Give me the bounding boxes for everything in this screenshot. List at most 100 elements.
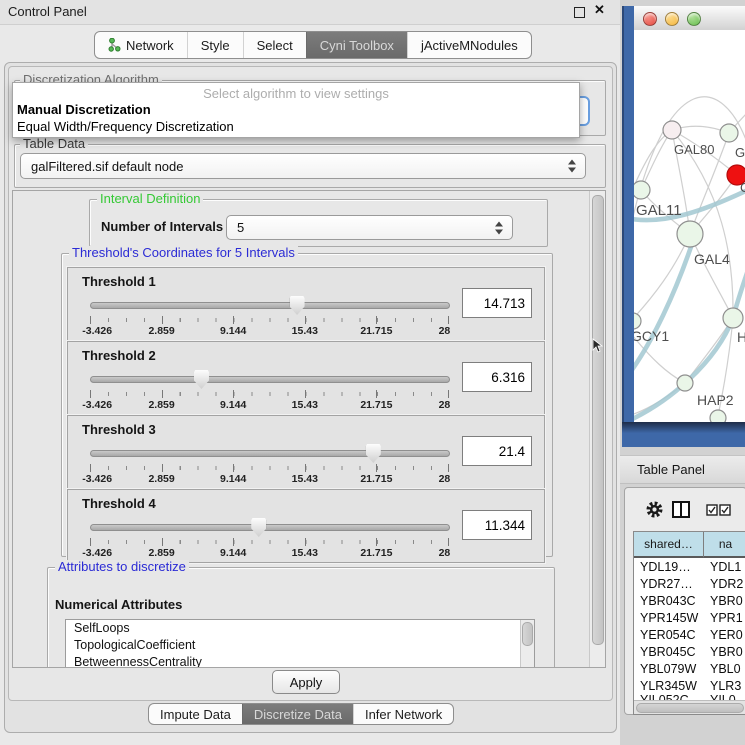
slider-track bbox=[90, 450, 450, 457]
threshold-2-slider[interactable]: -3.426 2.859 9.144 15.43 21.715 28 bbox=[90, 370, 448, 410]
node-label: GAL4 bbox=[694, 251, 730, 267]
gear-icon[interactable] bbox=[645, 500, 664, 519]
node-label: GCY1 bbox=[634, 328, 669, 344]
table-cell[interactable]: YDR27… bbox=[640, 576, 702, 593]
network-graph: GAL80 G C GAL11 GAL4 GCY1 H HAP2 bbox=[634, 30, 745, 422]
slider-scale: -3.426 2.859 9.144 15.43 21.715 28 bbox=[90, 399, 448, 411]
list-item[interactable]: BetweennessCentrality bbox=[66, 654, 534, 668]
num-intervals-combo[interactable]: 5 bbox=[226, 215, 513, 240]
tab-impute-data[interactable]: Impute Data bbox=[149, 704, 242, 724]
apply-button[interactable]: Apply bbox=[272, 670, 340, 694]
table-cell[interactable]: YER054C bbox=[640, 627, 702, 644]
threshold-3-value-field[interactable] bbox=[462, 436, 532, 466]
close-icon[interactable]: ✕ bbox=[594, 2, 605, 18]
slider-track bbox=[90, 524, 450, 531]
threshold-2-value-field[interactable] bbox=[462, 362, 532, 392]
node-gcy1 bbox=[634, 313, 641, 329]
table-cell[interactable]: YDL19… bbox=[640, 559, 702, 576]
close-traffic-icon[interactable] bbox=[643, 12, 657, 26]
table-cell[interactable]: YPR1 bbox=[710, 610, 745, 627]
table-cell[interactable]: YBL0 bbox=[710, 661, 745, 678]
threshold-1-label: Threshold 1 bbox=[82, 274, 156, 289]
tab-infer-network[interactable]: Infer Network bbox=[353, 704, 453, 724]
threshold-3-box: Threshold 3 -3.426 2.859 9.144 15.43 21.… bbox=[67, 415, 545, 489]
table-cell[interactable]: YER0 bbox=[710, 627, 745, 644]
list-item[interactable]: SelfLoops bbox=[66, 620, 534, 637]
float-window-icon[interactable] bbox=[574, 7, 585, 18]
table-data-group-label: Table Data bbox=[20, 137, 88, 151]
list-scrollbar[interactable] bbox=[520, 620, 534, 668]
thresholds-group-label: Threshold's Coordinates for 5 Intervals bbox=[69, 246, 298, 260]
network-window-titlebar bbox=[634, 6, 745, 31]
table-cell[interactable]: YBR045C bbox=[640, 644, 702, 661]
panel-title: Control Panel bbox=[8, 4, 87, 19]
threshold-4-box: Threshold 4 -3.426 2.859 9.144 15.43 21.… bbox=[67, 489, 545, 563]
settings-scrollbar[interactable] bbox=[589, 191, 605, 667]
tab-network[interactable]: Network bbox=[95, 32, 187, 58]
interval-group-label: Interval Definition bbox=[97, 192, 203, 206]
node-gal11 bbox=[634, 181, 650, 199]
column-header-shared-name[interactable]: shared… bbox=[634, 532, 704, 558]
table-panel-title: Table Panel bbox=[637, 462, 705, 477]
numerical-attributes-label: Numerical Attributes bbox=[55, 597, 182, 612]
tab-cyni-toolbox[interactable]: Cyni Toolbox bbox=[306, 32, 407, 58]
num-intervals-value: 5 bbox=[237, 220, 244, 235]
table-data-combo[interactable]: galFiltered.sif default node bbox=[20, 153, 586, 179]
threshold-3-slider[interactable]: -3.426 2.859 9.144 15.43 21.715 28 bbox=[90, 444, 448, 484]
select-columns-icon[interactable] bbox=[706, 504, 732, 516]
slider-ticks bbox=[90, 392, 448, 399]
node-table[interactable]: shared… na YDL19… YDL1 YDR27… YDR2 YBR04… bbox=[633, 531, 745, 715]
right-region: GAL80 G C GAL11 GAL4 GCY1 H HAP2 Table P… bbox=[620, 0, 745, 745]
column-header-name[interactable]: na bbox=[704, 532, 745, 558]
threshold-1-value-field[interactable] bbox=[462, 288, 532, 318]
node-gal4 bbox=[677, 221, 703, 247]
list-item[interactable]: TopologicalCoefficient bbox=[66, 637, 534, 654]
table-cell[interactable]: YDL1 bbox=[710, 559, 745, 576]
num-intervals-label: Number of Intervals bbox=[101, 219, 223, 234]
threshold-4-value-field[interactable] bbox=[462, 510, 532, 540]
slider-thumb[interactable] bbox=[366, 444, 381, 463]
threshold-2-label: Threshold 2 bbox=[82, 348, 156, 363]
table-panel-titlebar: Table Panel bbox=[620, 455, 745, 484]
table-cell[interactable]: YPR145W bbox=[640, 610, 702, 627]
control-panel-titlebar: Control Panel ✕ bbox=[0, 0, 620, 25]
settings-scrollbar-thumb[interactable] bbox=[592, 195, 604, 645]
node-partial-g bbox=[720, 124, 738, 142]
combo-arrows-icon bbox=[568, 160, 576, 173]
threshold-4-label: Threshold 4 bbox=[82, 496, 156, 511]
columns-icon[interactable] bbox=[672, 501, 690, 518]
table-cell[interactable]: YDR2 bbox=[710, 576, 745, 593]
table-cell[interactable]: YBR0 bbox=[710, 644, 745, 661]
tab-discretize-data[interactable]: Discretize Data bbox=[242, 704, 353, 724]
node-partial-bottom bbox=[710, 410, 726, 422]
attributes-group-label: Attributes to discretize bbox=[55, 560, 189, 574]
node-label: C bbox=[740, 180, 745, 195]
threshold-4-slider[interactable]: -3.426 2.859 9.144 15.43 21.715 28 bbox=[90, 518, 448, 558]
control-panel-tabs: Network Style Select Cyni Toolbox jActiv… bbox=[94, 31, 532, 59]
table-cell[interactable]: YBL079W bbox=[640, 661, 702, 678]
network-view[interactable]: GAL80 G C GAL11 GAL4 GCY1 H HAP2 bbox=[634, 30, 745, 422]
network-icon bbox=[108, 38, 121, 52]
numerical-attributes-list[interactable]: SelfLoops TopologicalCoefficient Between… bbox=[65, 619, 535, 668]
node-hap2 bbox=[677, 375, 693, 391]
slider-thumb[interactable] bbox=[290, 296, 305, 315]
table-hscrollbar[interactable] bbox=[634, 700, 745, 714]
zoom-traffic-icon[interactable] bbox=[687, 12, 701, 26]
node-label: G bbox=[735, 145, 745, 160]
minimize-traffic-icon[interactable] bbox=[665, 12, 679, 26]
node-label: H bbox=[737, 329, 745, 345]
threshold-3-label: Threshold 3 bbox=[82, 422, 156, 437]
slider-thumb[interactable] bbox=[251, 518, 266, 537]
slider-thumb[interactable] bbox=[194, 370, 209, 389]
tab-style[interactable]: Style bbox=[187, 32, 243, 58]
slider-scale: -3.426 2.859 9.144 15.43 21.715 28 bbox=[90, 473, 448, 485]
table-cell[interactable]: YBR043C bbox=[640, 593, 702, 610]
dropdown-option-manual[interactable]: Manual Discretization bbox=[17, 102, 151, 117]
dropdown-option-equal-width[interactable]: Equal Width/Frequency Discretization bbox=[17, 119, 234, 134]
settings-scrollpane: Interval Definition Number of Intervals … bbox=[12, 190, 606, 668]
table-cell[interactable]: YBR0 bbox=[710, 593, 745, 610]
threshold-1-slider[interactable]: -3.426 2.859 9.144 15.43 21.715 28 bbox=[90, 296, 448, 336]
tab-select[interactable]: Select bbox=[243, 32, 306, 58]
table-data-combo-value: galFiltered.sif default node bbox=[31, 159, 183, 174]
tab-jactivemnodules[interactable]: jActiveMNodules bbox=[407, 32, 531, 58]
